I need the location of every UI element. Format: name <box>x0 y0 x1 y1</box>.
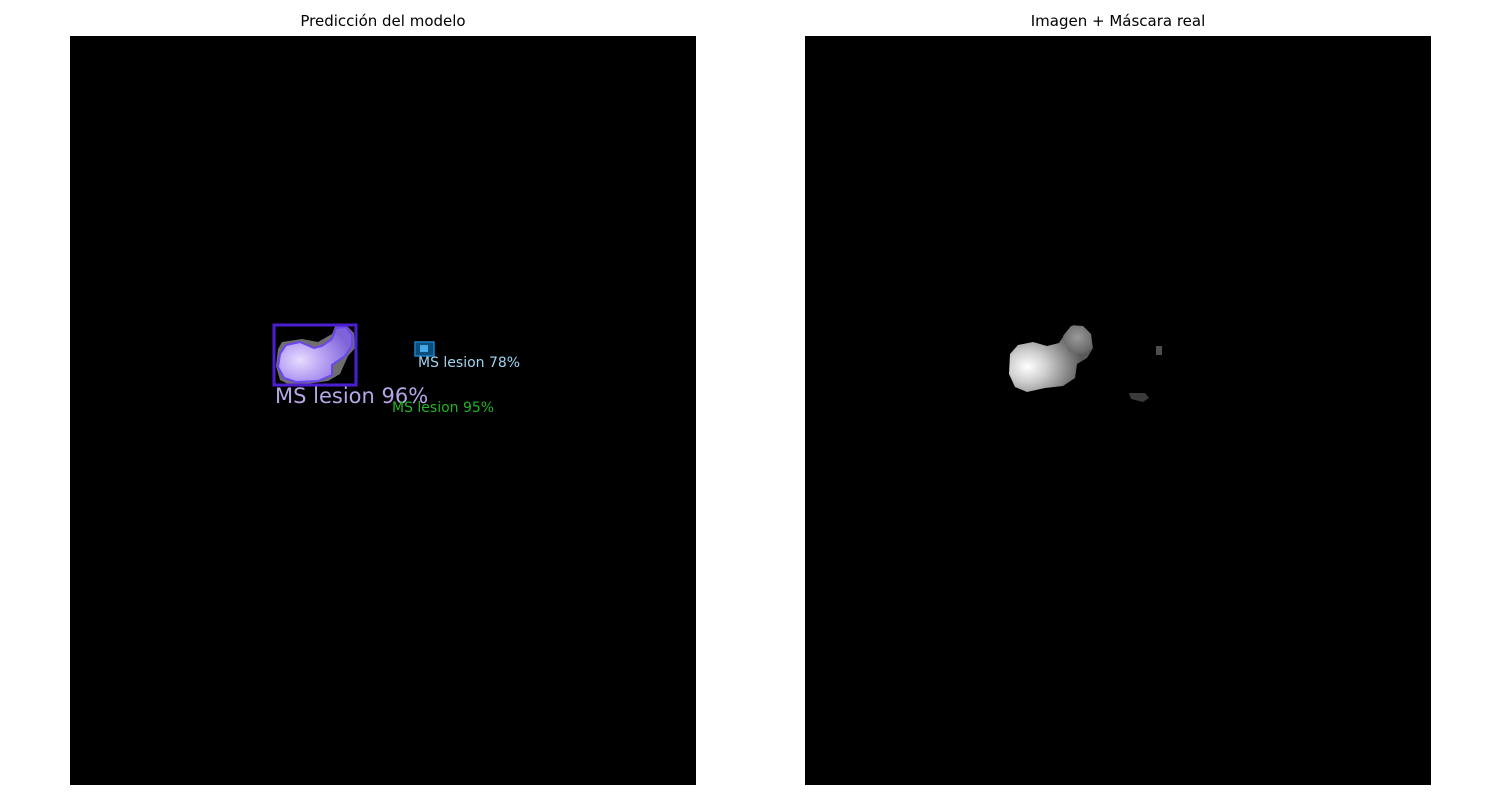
detection-label-95: MS lesion 95% <box>392 400 495 416</box>
prediction-image: MS lesion 96% MS lesion 95% MS lesion 78… <box>70 36 696 785</box>
small-detection-mask <box>420 345 428 352</box>
small-lesion <box>1156 346 1162 355</box>
prediction-overlay <box>272 323 435 387</box>
ground-truth-overlay <box>1009 325 1162 402</box>
predicted-mask <box>276 325 353 384</box>
detection-label-78: MS lesion 78% <box>418 355 521 371</box>
figure: Predicción del modelo Imagen + Máscara r… <box>0 0 1500 800</box>
left-panel-title: Predicción del modelo <box>300 12 466 30</box>
right-panel-title: Imagen + Máscara real <box>1030 12 1206 30</box>
ground-truth-image <box>805 36 1431 785</box>
faint-lesion <box>1129 393 1149 402</box>
